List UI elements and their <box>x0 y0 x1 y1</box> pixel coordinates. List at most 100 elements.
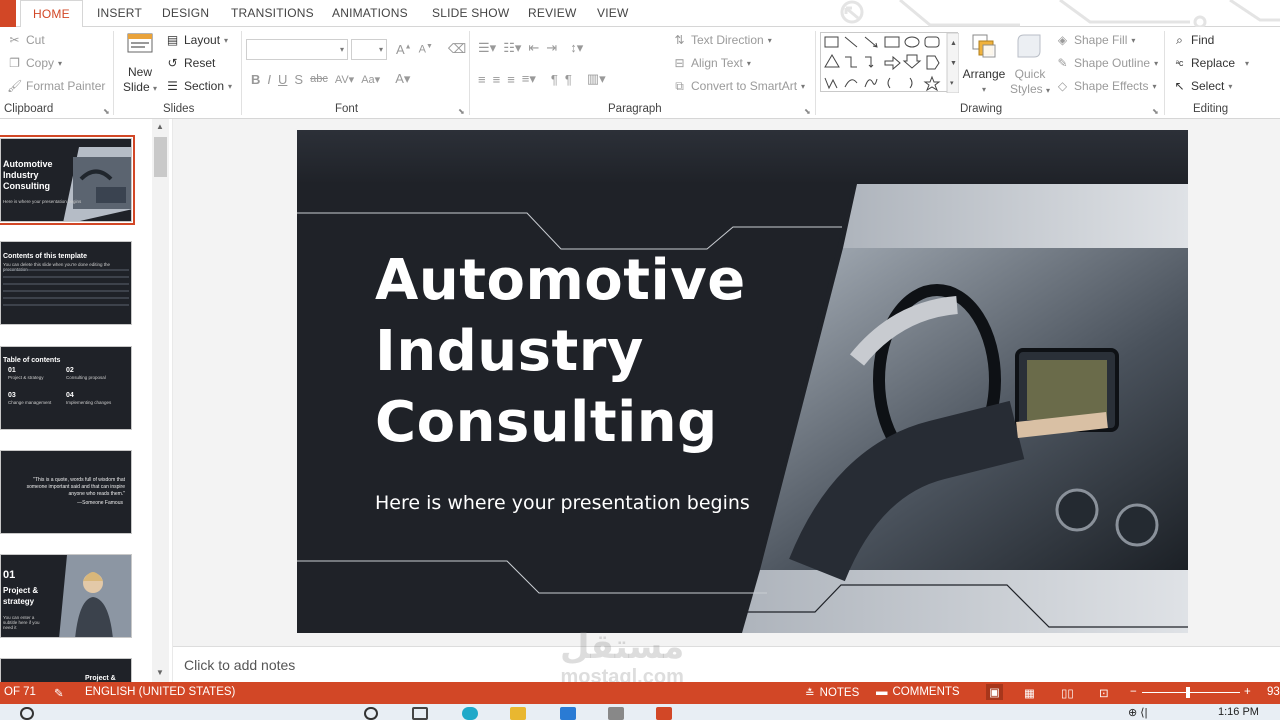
paragraph-launcher-icon[interactable]: ⬊ <box>804 107 811 116</box>
tab-slide-show[interactable]: SLIDE SHOW <box>432 6 509 20</box>
slide-thumbnail-2[interactable]: Contents of this template You can delete… <box>0 241 132 325</box>
zoom-slider[interactable] <box>1142 692 1240 693</box>
scroll-up-icon[interactable]: ▲ <box>156 122 164 131</box>
scrollbar-thumb[interactable] <box>154 137 167 177</box>
change-case-icon[interactable]: Aa▾ <box>361 73 380 86</box>
slide-title[interactable]: Automotive Industry Consulting <box>375 245 746 458</box>
reading-view-icon[interactable]: ▯▯ <box>1061 686 1074 700</box>
zoom-out-icon[interactable]: − <box>1130 686 1137 698</box>
align-center-icon[interactable]: ≡ <box>493 72 501 87</box>
font-color-icon[interactable]: A▾ <box>395 71 410 87</box>
justify-icon[interactable]: ≡▾ <box>522 71 536 87</box>
slideshow-icon[interactable]: ⊡ <box>1099 686 1109 700</box>
tab-review[interactable]: REVIEW <box>528 6 577 20</box>
find-button[interactable]: ⌕ Find <box>1172 33 1214 47</box>
task-view-icon[interactable] <box>412 707 428 720</box>
grow-font-icon[interactable]: A▲ <box>396 42 412 57</box>
notes-pane[interactable]: Click to add notes <box>173 646 1280 682</box>
normal-view-icon[interactable]: ▣ <box>986 684 1003 700</box>
vscode-icon[interactable] <box>560 707 576 720</box>
shape-outline-label: Shape Outline <box>1074 56 1151 70</box>
language-indicator[interactable]: ENGLISH (UNITED STATES) <box>85 686 235 698</box>
text-direction-button[interactable]: ⇅ Text Direction ▾ <box>672 33 771 47</box>
slide-thumbnail-3[interactable]: Table of contents 01 Project & strategy … <box>0 346 132 430</box>
slide-thumbnail-5[interactable]: 01 Project & strategy You can enter a su… <box>0 554 132 638</box>
zoom-level[interactable]: 93 <box>1267 686 1280 698</box>
edge-icon[interactable] <box>462 707 478 720</box>
slide-thumbnail-1[interactable]: Automotive Industry Consulting Here is w… <box>0 135 135 225</box>
columns-icon[interactable]: ▥▾ <box>587 71 606 87</box>
rtl-icon[interactable]: ¶ <box>565 72 572 87</box>
shadow-icon[interactable]: S <box>294 72 303 87</box>
shape-fill-button[interactable]: ◈ Shape Fill ▾ <box>1055 33 1136 47</box>
cortana-icon[interactable] <box>364 707 378 720</box>
italic-icon[interactable]: I <box>267 72 271 87</box>
ltr-icon[interactable]: ¶ <box>551 72 558 87</box>
tab-design[interactable]: DESIGN <box>162 6 209 20</box>
system-tray-icons[interactable]: ⊕ ⟨| <box>1128 706 1147 719</box>
select-button[interactable]: ↖ Select ▾ <box>1172 79 1232 93</box>
convert-smartart-label: Convert to SmartArt <box>691 79 798 93</box>
zoom-slider-thumb[interactable] <box>1186 687 1190 698</box>
cut-button[interactable]: ✂ Cut <box>7 33 44 47</box>
strikethrough-icon[interactable]: abc <box>310 73 328 85</box>
scroll-down-icon[interactable]: ▼ <box>156 668 164 677</box>
thumbnail-scrollbar[interactable]: ▲ ▼ <box>152 119 169 682</box>
tab-insert[interactable]: INSERT <box>97 6 142 20</box>
file-explorer-icon[interactable] <box>510 707 526 720</box>
bold-icon[interactable]: B <box>251 72 260 87</box>
section-icon: ☰ <box>167 79 178 93</box>
quick-styles-button[interactable]: Quick Styles ▾ <box>1008 31 1052 98</box>
drawing-launcher-icon[interactable]: ⬊ <box>1152 107 1159 116</box>
character-spacing-icon[interactable]: AV▾ <box>335 73 354 86</box>
format-painter-button[interactable]: 🖌 Format Painter <box>7 79 105 93</box>
current-slide[interactable]: Automotive Industry Consulting Here is w… <box>297 130 1188 633</box>
shape-outline-button[interactable]: ✎ Shape Outline ▾ <box>1055 56 1158 70</box>
clock[interactable]: 1:16 PM <box>1218 706 1259 718</box>
decrease-indent-icon[interactable]: ⇤ <box>528 40 539 56</box>
copy-button[interactable]: ❐ Copy ▾ <box>7 56 62 70</box>
slide-subtitle[interactable]: Here is where your presentation begins <box>375 492 750 514</box>
shape-effects-button[interactable]: ◇ Shape Effects ▾ <box>1055 79 1157 93</box>
comments-toggle[interactable]: ▬ COMMENTS <box>876 686 960 698</box>
file-tab-edge[interactable] <box>0 0 16 27</box>
underline-icon[interactable]: U <box>278 72 287 87</box>
arrange-button[interactable]: Arrange ▾ <box>960 31 1008 97</box>
font-size-select[interactable]: ▾ <box>351 39 387 60</box>
line-spacing-icon[interactable]: ↕▾ <box>570 40 583 56</box>
ribbon-home: ✂ Cut ❐ Copy ▾ 🖌 Format Painter Clipboard ⬊ … <box>0 27 1280 119</box>
mail-icon[interactable] <box>608 707 624 720</box>
tab-home[interactable]: HOME <box>20 0 83 28</box>
powerpoint-icon[interactable] <box>656 707 672 720</box>
numbering-icon[interactable]: ☷▾ <box>503 40 521 56</box>
slide-sorter-icon[interactable]: ▦ <box>1024 686 1035 700</box>
align-text-button[interactable]: ⊟ Align Text ▾ <box>672 56 750 70</box>
search-icon[interactable] <box>20 707 34 720</box>
font-family-select[interactable]: ▾ <box>246 39 348 60</box>
slide-thumbnail-4[interactable]: "This is a quote, words full of wisdom t… <box>0 450 132 534</box>
list-buttons: ☰▾ ☷▾ ⇤ ⇥ ↕▾ <box>478 40 583 56</box>
section-button[interactable]: ☰ Section ▾ <box>165 79 232 93</box>
align-left-icon[interactable]: ≡ <box>478 72 486 87</box>
tab-animations[interactable]: ANIMATIONS <box>332 6 408 20</box>
layout-button[interactable]: ▤ Layout ▾ <box>165 33 228 47</box>
new-slide-button[interactable]: New Slide ▾ <box>120 31 160 96</box>
align-right-icon[interactable]: ≡ <box>507 72 515 87</box>
font-launcher-icon[interactable]: ⬊ <box>458 107 465 116</box>
tab-transitions[interactable]: TRANSITIONS <box>231 6 314 20</box>
clear-formatting-icon[interactable]: ⌫ <box>448 41 466 57</box>
reset-button[interactable]: ↺ Reset <box>165 56 215 70</box>
convert-smartart-button[interactable]: ⧉ Convert to SmartArt ▾ <box>672 79 805 93</box>
zoom-in-icon[interactable]: + <box>1244 686 1251 698</box>
clipboard-launcher-icon[interactable]: ⬊ <box>103 107 110 116</box>
tab-view[interactable]: VIEW <box>597 6 628 20</box>
shapes-gallery[interactable]: ▲ ▼ ▾ <box>820 32 959 93</box>
svg-text:▾: ▾ <box>950 80 954 87</box>
increase-indent-icon[interactable]: ⇥ <box>546 40 557 56</box>
replace-button[interactable]: ᵃc Replace ▾ <box>1172 56 1249 70</box>
notes-toggle[interactable]: ≛ NOTES <box>805 686 859 700</box>
shrink-font-icon[interactable]: A▼ <box>419 43 433 56</box>
clipboard-group-label: Clipboard <box>4 103 54 115</box>
spell-check-icon[interactable]: ✎ <box>54 686 64 700</box>
bullets-icon[interactable]: ☰▾ <box>478 40 496 56</box>
